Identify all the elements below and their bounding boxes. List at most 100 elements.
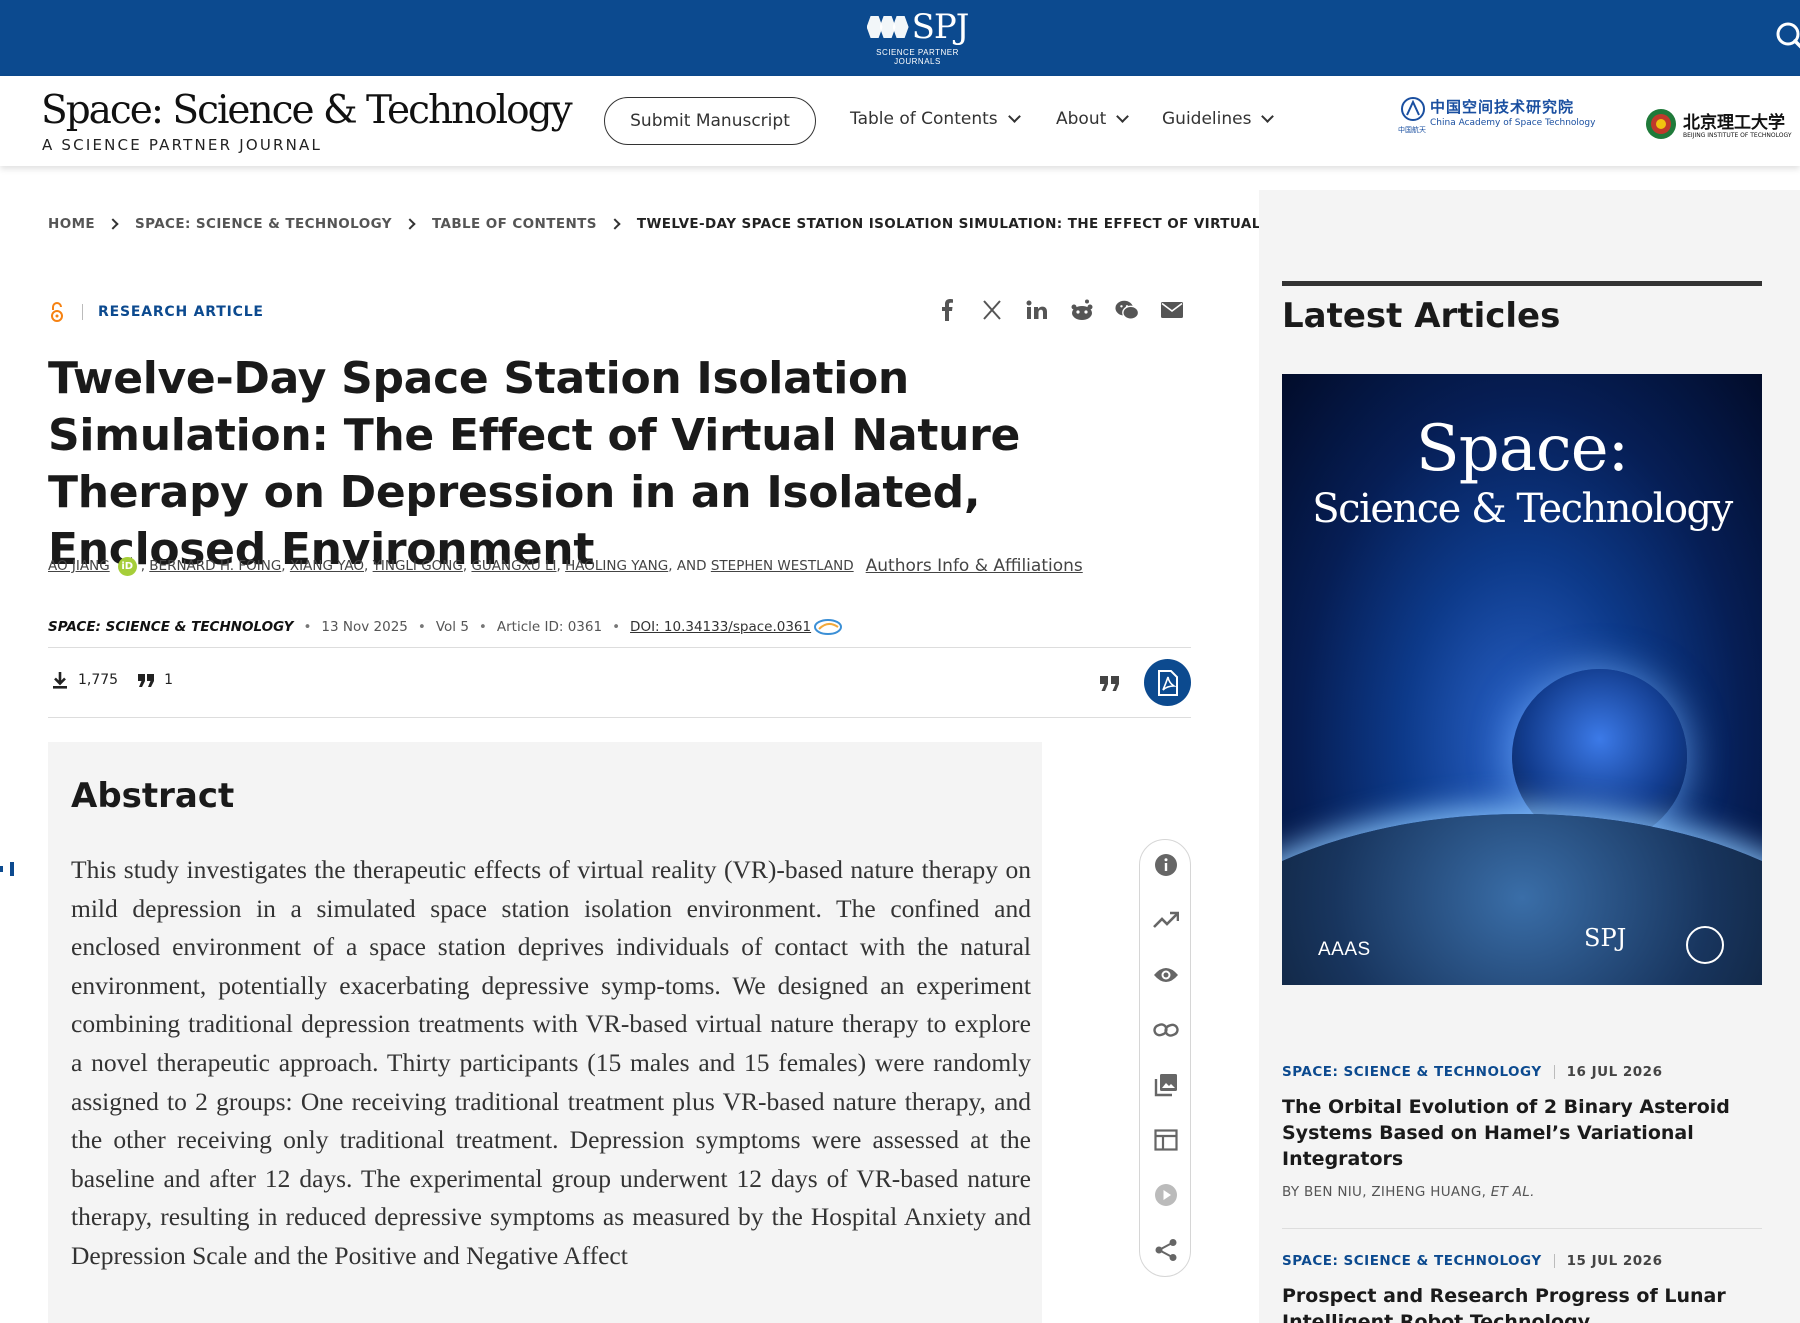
nav-table-of-contents[interactable]: Table of Contents	[850, 109, 1021, 129]
divider	[48, 647, 1191, 648]
separator: ,	[364, 558, 373, 574]
latest-articles-heading: Latest Articles	[1282, 296, 1561, 336]
separator-dot: •	[612, 619, 621, 635]
journal-title[interactable]: Space: Science & Technology	[41, 88, 573, 133]
nav-guidelines[interactable]: Guidelines	[1162, 109, 1275, 129]
author-link[interactable]: GUANGXU LI	[471, 558, 556, 574]
breadcrumb-home[interactable]: HOME	[48, 216, 95, 232]
breadcrumb-journal[interactable]: SPACE: SCIENCE & TECHNOLOGY	[135, 216, 392, 232]
cover-spj-logo: SPJ	[1584, 924, 1627, 952]
article-tools-rail	[1139, 839, 1191, 1277]
edge-indicator	[10, 862, 14, 876]
search-icon[interactable]	[1772, 18, 1800, 58]
chevron-down-icon	[1116, 110, 1130, 123]
crossmark-icon[interactable]	[813, 618, 843, 636]
facebook-icon[interactable]	[935, 298, 959, 322]
breadcrumb-toc[interactable]: TABLE OF CONTENTS	[432, 216, 597, 232]
casc-name-cn: 中国空间技术研究院	[1430, 98, 1575, 116]
eye-icon[interactable]	[1153, 962, 1179, 988]
email-icon[interactable]	[1160, 298, 1184, 322]
spj-logo[interactable]: SPJ SCIENCE PARTNER JOURNALS	[855, 7, 980, 66]
abstract-heading: Abstract	[71, 776, 235, 816]
bit-seal-icon	[1646, 109, 1676, 139]
latest-article-item: SPACE: SCIENCE & TECHNOLOGY 15 JUL 2026 …	[1282, 1253, 1762, 1323]
x-twitter-icon[interactable]	[980, 298, 1004, 322]
chevron-down-icon	[1007, 110, 1021, 123]
author-link[interactable]: HAOLING YANG	[565, 558, 668, 574]
nav-label: About	[1056, 109, 1107, 129]
partner-logo-casc[interactable]: 中国空间技术研究院 China Academy of Space Technol…	[1398, 96, 1595, 136]
meta-journal[interactable]: SPACE: SCIENCE & TECHNOLOGY	[48, 619, 293, 635]
download-count: 1,775	[78, 672, 119, 688]
pdf-download-button[interactable]	[1144, 659, 1191, 706]
partner-logo-bit[interactable]: 北京理工大学 BEIJING INSTITUTE OF TECHNOLOGY	[1643, 108, 1800, 148]
top-bar: SPJ SCIENCE PARTNER JOURNALS	[0, 0, 1800, 76]
latest-authors: BY BEN NIU, ZIHENG HUANG, ET AL.	[1282, 1184, 1762, 1200]
bit-name-cn: 北京理工大学	[1683, 113, 1785, 133]
wechat-icon[interactable]	[1115, 298, 1139, 322]
author-link[interactable]: YINGLI GONG	[373, 558, 463, 574]
image-gallery-icon[interactable]	[1153, 1072, 1179, 1098]
trending-icon[interactable]	[1153, 907, 1179, 933]
nav-about[interactable]: About	[1056, 109, 1130, 129]
spj-hexagon-icon	[866, 16, 909, 38]
separator-dot: •	[478, 619, 487, 635]
citation-quote-icon	[138, 674, 155, 687]
meta-volume[interactable]: Vol 5	[436, 619, 469, 635]
meta-article-id: Article ID: 0361	[496, 619, 603, 635]
bit-name-en: BEIJING INSTITUTE OF TECHNOLOGY	[1683, 132, 1792, 139]
cover-title-line2: Science & Technology	[1312, 486, 1733, 532]
chevron-right-icon	[404, 218, 416, 230]
authors-affiliations-link[interactable]: Authors Info & Affiliations	[866, 556, 1083, 576]
casc-name-en: China Academy of Space Technology	[1430, 118, 1596, 128]
meta-date: 13 Nov 2025	[321, 619, 408, 635]
article-title: Twelve-Day Space Station Isolation Simul…	[48, 353, 1021, 575]
cover-seal-icon	[1686, 926, 1724, 964]
link-icon[interactable]	[1153, 1017, 1179, 1043]
separator: ,	[140, 558, 150, 574]
separator: ,	[556, 558, 566, 574]
nav-label: Table of Contents	[850, 109, 998, 129]
linkedin-icon[interactable]	[1025, 298, 1049, 322]
edge-indicator	[0, 866, 3, 872]
separator: ,	[281, 558, 290, 574]
share-icon[interactable]	[1153, 1237, 1179, 1263]
latest-journal[interactable]: SPACE: SCIENCE & TECHNOLOGY	[1282, 1253, 1542, 1269]
latest-date: 16 JUL 2026	[1566, 1064, 1663, 1080]
latest-title-link[interactable]: Prospect and Research Progress of Lunar …	[1282, 1283, 1762, 1323]
separator-dot: •	[303, 619, 312, 635]
author-link[interactable]: BERNARD H. FOING	[149, 558, 281, 574]
journal-cover-image[interactable]: Space: Science & Technology AAAS SPJ	[1282, 374, 1762, 985]
author-link[interactable]: STEPHEN WESTLAND	[711, 558, 854, 574]
chevron-down-icon	[1261, 110, 1275, 123]
info-icon[interactable]	[1153, 852, 1179, 878]
abstract-text: This study investigates the therapeutic …	[71, 855, 1031, 1270]
table-icon[interactable]	[1153, 1127, 1179, 1153]
author-list: AO JIANG iD, BERNARD H. FOING, XIANG YAO…	[48, 556, 1083, 576]
submit-manuscript-button[interactable]: Submit Manuscript	[604, 97, 816, 145]
latest-date: 15 JUL 2026	[1566, 1253, 1663, 1269]
share-bar	[935, 298, 1184, 322]
latest-authors-names: BY BEN NIU, ZIHENG HUANG,	[1282, 1184, 1487, 1200]
latest-article-item: SPACE: SCIENCE & TECHNOLOGY 16 JUL 2026 …	[1282, 1064, 1762, 1200]
site-header: Space: Science & Technology A SCIENCE PA…	[0, 76, 1800, 166]
author-link[interactable]: XIANG YAO	[290, 558, 364, 574]
spj-logo-text: SPJ	[911, 7, 970, 47]
play-video-icon[interactable]	[1153, 1182, 1179, 1208]
download-icon	[53, 672, 67, 689]
doi-link[interactable]: DOI: 10.34133/space.0361	[630, 619, 811, 635]
latest-title-link[interactable]: The Orbital Evolution of 2 Binary Astero…	[1282, 1094, 1762, 1172]
spj-logo-subtitle: SCIENCE PARTNER JOURNALS	[876, 48, 959, 66]
nav-label: Guidelines	[1162, 109, 1252, 129]
latest-journal[interactable]: SPACE: SCIENCE & TECHNOLOGY	[1282, 1064, 1542, 1080]
divider	[48, 717, 1191, 718]
breadcrumb-current: TWELVE-DAY SPACE STATION ISOLATION SIMUL…	[636, 216, 1278, 232]
breadcrumb: HOME SPACE: SCIENCE & TECHNOLOGY TABLE O…	[48, 216, 1277, 232]
orcid-icon[interactable]: iD	[117, 556, 137, 576]
divider	[1553, 1065, 1555, 1079]
open-access-icon	[51, 302, 63, 322]
cite-quote-icon[interactable]	[1098, 672, 1122, 694]
author-link[interactable]: AO JIANG	[48, 558, 110, 574]
reddit-icon[interactable]	[1070, 298, 1094, 322]
article-metrics: 1,775 1	[50, 670, 173, 690]
